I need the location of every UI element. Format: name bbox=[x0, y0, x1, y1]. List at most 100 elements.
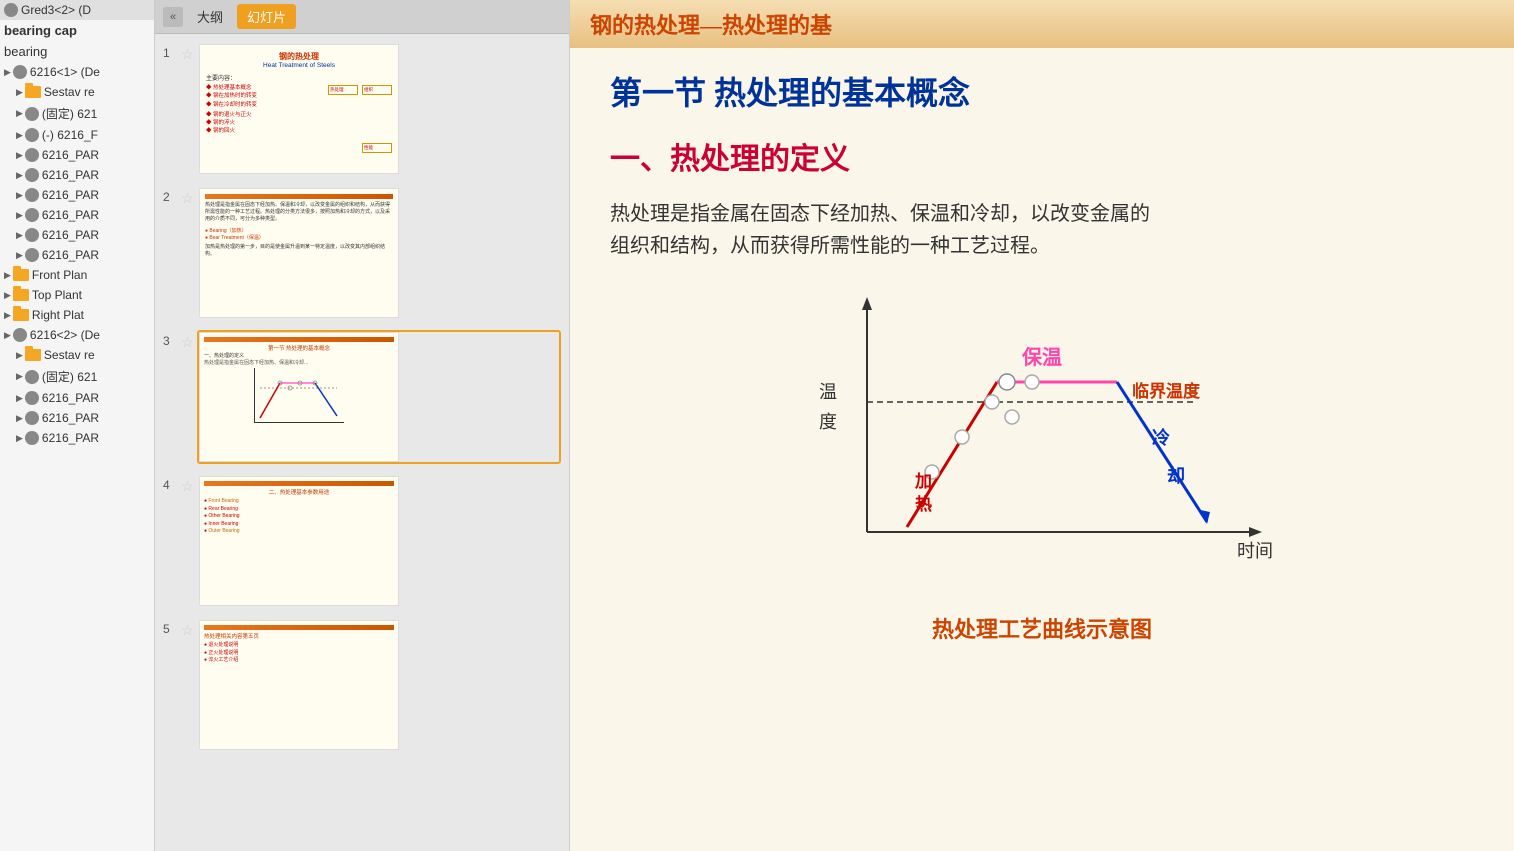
sidebar-item-8[interactable]: ▶ 6216_PAR bbox=[0, 165, 154, 185]
expand-arrow-8: ▶ bbox=[16, 170, 23, 181]
expand-arrow-17: ▶ bbox=[16, 350, 23, 361]
expand-arrow-tp: ▶ bbox=[4, 290, 11, 301]
expand-arrow-16: ▶ bbox=[4, 330, 11, 341]
sidebar-item-21[interactable]: ▶ 6216_PAR bbox=[0, 428, 154, 448]
sidebar-label-3: 6216<1> (De bbox=[30, 65, 100, 79]
svg-text:临界温度: 临界温度 bbox=[1132, 381, 1201, 401]
slide-thumb-4[interactable]: 二、热处理基本参数用途 ● Front Bearing ● Rear Beari… bbox=[197, 474, 561, 608]
svg-text:温: 温 bbox=[817, 382, 837, 400]
expand-arrow-21: ▶ bbox=[16, 433, 23, 444]
slide-number-5: 5 bbox=[163, 622, 181, 636]
slide-star-3[interactable]: ☆ bbox=[181, 334, 197, 351]
main-body: 第一节 热处理的基本概念 一、热处理的定义 热处理是指金属在固态下经加热、保温和… bbox=[570, 48, 1514, 664]
slide-thumb-2[interactable]: 热处理是指金属在固态下经加热、保温和冷却，以改变金属的组织和结构，从而获得所需性… bbox=[197, 186, 561, 320]
sidebar-item-right-plat[interactable]: ▶ Right Plat bbox=[0, 305, 154, 325]
sidebar: Gred3<2> (D bearing cap bearing ▶ 6216<1… bbox=[0, 0, 155, 851]
content-text: 热处理是指金属在固态下经加热、保温和冷却，以改变金属的 组织和结构，从而获得所需… bbox=[610, 198, 1474, 262]
expand-arrow-10: ▶ bbox=[16, 210, 23, 221]
sidebar-item-11[interactable]: ▶ 6216_PAR bbox=[0, 225, 154, 245]
sidebar-item-bearing-cap[interactable]: bearing cap bbox=[0, 20, 154, 41]
sidebar-label-17: Sestav re bbox=[44, 348, 95, 362]
collapse-button[interactable]: « bbox=[163, 7, 183, 27]
gear-icon-20 bbox=[25, 411, 39, 425]
slide-thumb-1[interactable]: 钢的热处理 Heat Treatment of Steels 主要内容： ◆ 热… bbox=[197, 42, 561, 176]
folder-icon-17 bbox=[25, 349, 41, 361]
sidebar-label-8: 6216_PAR bbox=[42, 168, 99, 182]
chart-area: 温 度 时间 bbox=[767, 282, 1317, 602]
sidebar-item-16[interactable]: ▶ 6216<2> (De bbox=[0, 325, 154, 345]
slide-item-5[interactable]: 5 ☆ 热处理相关内容第五页 ● 退火处理说明 ● 正火处理说明 ● 淬火工艺介… bbox=[163, 618, 561, 752]
sidebar-item-20[interactable]: ▶ 6216_PAR bbox=[0, 408, 154, 428]
sidebar-label-0: Gred3<2> (D bbox=[21, 3, 91, 17]
expand-arrow-11: ▶ bbox=[16, 230, 23, 241]
tab-outline[interactable]: 大纲 bbox=[187, 4, 233, 29]
slide-thumb-5[interactable]: 热处理相关内容第五页 ● 退火处理说明 ● 正火处理说明 ● 淬火工艺介绍 bbox=[197, 618, 561, 752]
sidebar-label-7: 6216_PAR bbox=[42, 148, 99, 162]
sidebar-item-top-plant[interactable]: ▶ Top Plant bbox=[0, 285, 154, 305]
sidebar-item-12[interactable]: ▶ 6216_PAR bbox=[0, 245, 154, 265]
svg-text:时间: 时间 bbox=[1237, 541, 1273, 561]
svg-text:保温: 保温 bbox=[1021, 345, 1062, 369]
gear-icon-19 bbox=[25, 391, 39, 405]
sidebar-item-6[interactable]: ▶ (-) 6216_F bbox=[0, 125, 154, 145]
gear-icon-9 bbox=[25, 188, 39, 202]
slide-number-3: 3 bbox=[163, 334, 181, 348]
expand-arrow-9: ▶ bbox=[16, 190, 23, 201]
expand-arrow-6: ▶ bbox=[16, 130, 23, 141]
tab-slides[interactable]: 幻灯片 bbox=[237, 4, 296, 29]
header-title: 钢的热处理—热处理的基 bbox=[590, 13, 832, 38]
slide-item-3[interactable]: 3 ☆ 第一节 热处理的基本概念 一、热处理的定义 热处理是指金属在固态下经加热… bbox=[163, 330, 561, 464]
sidebar-item-17[interactable]: ▶ Sestav re bbox=[0, 345, 154, 365]
svg-text:热: 热 bbox=[915, 494, 932, 514]
expand-arrow-rp: ▶ bbox=[4, 310, 11, 321]
sidebar-label-bearing-cap: bearing cap bbox=[4, 23, 77, 38]
slides-panel: « 大纲 幻灯片 1 ☆ 钢的热处理 Heat Treatment of Ste… bbox=[155, 0, 570, 851]
sidebar-label-bearing: bearing bbox=[4, 44, 47, 59]
gear-icon-12 bbox=[25, 248, 39, 262]
sidebar-item-7[interactable]: ▶ 6216_PAR bbox=[0, 145, 154, 165]
expand-arrow-4: ▶ bbox=[16, 87, 23, 98]
chart-caption: 热处理工艺曲线示意图 bbox=[610, 612, 1474, 644]
svg-text:加: 加 bbox=[914, 472, 932, 491]
sidebar-item-5[interactable]: ▶ (固定) 621 bbox=[0, 102, 154, 125]
slide-item-1[interactable]: 1 ☆ 钢的热处理 Heat Treatment of Steels 主要内容：… bbox=[163, 42, 561, 176]
slide-item-4[interactable]: 4 ☆ 二、热处理基本参数用途 ● Front Bearing ● Rear B… bbox=[163, 474, 561, 608]
gear-icon-10 bbox=[25, 208, 39, 222]
sidebar-label-11: 6216_PAR bbox=[42, 228, 99, 242]
slide-star-2[interactable]: ☆ bbox=[181, 190, 197, 207]
slide-star-4[interactable]: ☆ bbox=[181, 478, 197, 495]
sidebar-label-19: 6216_PAR bbox=[42, 391, 99, 405]
slide-star-5[interactable]: ☆ bbox=[181, 622, 197, 639]
sidebar-label-9: 6216_PAR bbox=[42, 188, 99, 202]
slide-item-2[interactable]: 2 ☆ 热处理是指金属在固态下经加热、保温和冷却，以改变金属的组织和结构，从而获… bbox=[163, 186, 561, 320]
gear-icon-18 bbox=[25, 370, 39, 384]
gear-icon-21 bbox=[25, 431, 39, 445]
sidebar-item-3[interactable]: ▶ 6216<1> (De bbox=[0, 62, 154, 82]
sidebar-item-18[interactable]: ▶ (固定) 621 bbox=[0, 365, 154, 388]
folder-icon-fp bbox=[13, 269, 29, 281]
gear-icon-11 bbox=[25, 228, 39, 242]
slide-thumb-3[interactable]: 第一节 热处理的基本概念 一、热处理的定义 热处理是指金属在固态下经加热、保温和… bbox=[197, 330, 561, 464]
sidebar-item-0[interactable]: Gred3<2> (D bbox=[0, 0, 154, 20]
slide-star-1[interactable]: ☆ bbox=[181, 46, 197, 63]
sidebar-item-bearing[interactable]: bearing bbox=[0, 41, 154, 62]
sidebar-item-10[interactable]: ▶ 6216_PAR bbox=[0, 205, 154, 225]
sidebar-item-9[interactable]: ▶ 6216_PAR bbox=[0, 185, 154, 205]
slide-number-4: 4 bbox=[163, 478, 181, 492]
sidebar-item-19[interactable]: ▶ 6216_PAR bbox=[0, 388, 154, 408]
folder-icon-4 bbox=[25, 86, 41, 98]
expand-arrow-20: ▶ bbox=[16, 413, 23, 424]
section-title: 第一节 热处理的基本概念 bbox=[610, 68, 1474, 114]
expand-arrow-5: ▶ bbox=[16, 108, 23, 119]
sidebar-label-5: (固定) 621 bbox=[42, 105, 97, 122]
expand-arrow-18: ▶ bbox=[16, 371, 23, 382]
sidebar-item-4[interactable]: ▶ Sestav re bbox=[0, 82, 154, 102]
sidebar-item-front-plan[interactable]: ▶ Front Plan bbox=[0, 265, 154, 285]
slide-number-1: 1 bbox=[163, 46, 181, 60]
slides-list: 1 ☆ 钢的热处理 Heat Treatment of Steels 主要内容：… bbox=[155, 34, 569, 851]
expand-arrow-7: ▶ bbox=[16, 150, 23, 161]
sidebar-label-tp: Top Plant bbox=[32, 288, 82, 302]
sidebar-label-12: 6216_PAR bbox=[42, 248, 99, 262]
slide-number-2: 2 bbox=[163, 190, 181, 204]
gear-icon-7 bbox=[25, 148, 39, 162]
